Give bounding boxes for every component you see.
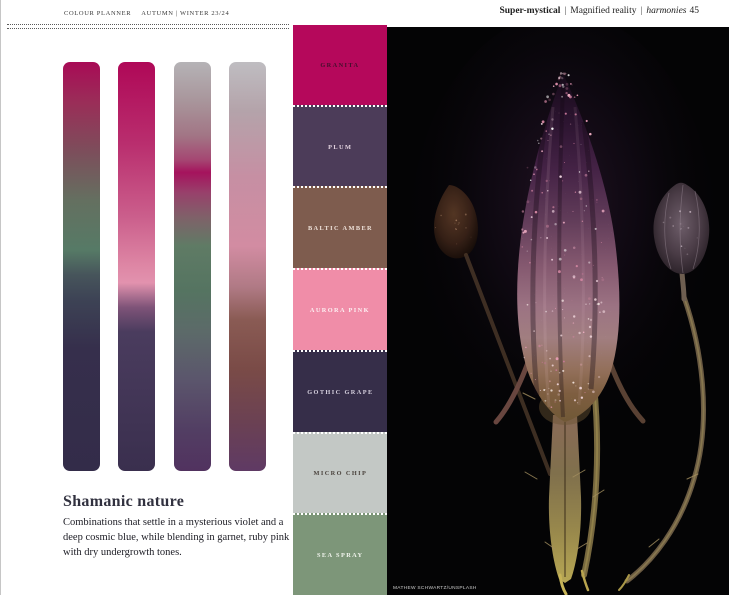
- header-left: COLOUR PLANNER AUTUMN | WINTER 23/24: [64, 9, 229, 16]
- swatch-label: BALTIC AMBER: [307, 224, 373, 232]
- story-title: Shamanic nature: [63, 493, 185, 510]
- macro-flower-photo: MATHEW SCHWARTZ/UNSPLASH: [387, 27, 729, 595]
- brand-label: COLOUR PLANNER: [64, 9, 132, 17]
- swatch-label: GRANITA: [320, 61, 360, 69]
- gradient-bar-3: [173, 62, 211, 471]
- swatch-baltic-amber: BALTIC AMBER: [293, 186, 387, 269]
- theme-label: Super-mystical: [499, 6, 561, 16]
- swatch-label: AURORA PINK: [309, 306, 371, 314]
- swatch-micro-chip: MICRO CHIP: [293, 431, 387, 514]
- swatch-gothic-grape: GOTHIC GRAPE: [293, 349, 387, 432]
- page-number: 45: [689, 6, 700, 16]
- swatch-column: GRANITA PLUM BALTIC AMBER AURORA PINK GO…: [293, 25, 387, 595]
- swatch-label: PLUM: [327, 143, 353, 151]
- story-description: Combinations that settle in a mysterious…: [63, 517, 290, 558]
- gradient-bar-1: [63, 62, 100, 471]
- separator: |: [640, 6, 643, 16]
- season-label: AUTUMN | WINTER 23/24: [141, 9, 230, 17]
- section-label: harmonies: [646, 6, 687, 16]
- colour-planner-page: COLOUR PLANNER AUTUMN | WINTER 23/24 Supe…: [0, 0, 729, 595]
- swatch-sea-spray: SEA SPRAY: [293, 513, 387, 595]
- dotted-rule: [7, 24, 289, 29]
- swatch-plum: PLUM: [293, 104, 387, 187]
- swatch-granita: GRANITA: [293, 25, 387, 105]
- gradient-bars: [63, 62, 266, 471]
- separator: |: [564, 6, 567, 16]
- gradient-bar-2: [118, 62, 156, 471]
- swatch-label: GOTHIC GRAPE: [306, 388, 374, 396]
- photo-credit: MATHEW SCHWARTZ/UNSPLASH: [393, 584, 477, 590]
- swatch-aurora-pink: AURORA PINK: [293, 268, 387, 350]
- swatch-label: SEA SPRAY: [316, 551, 364, 559]
- gradient-bar-4: [228, 62, 266, 471]
- flower-illustration: [387, 27, 729, 595]
- header-right: Super-mystical | Magnified reality | harmoni…: [499, 6, 699, 16]
- subtitle-label: Magnified reality: [570, 6, 637, 16]
- swatch-label: MICRO CHIP: [313, 469, 367, 477]
